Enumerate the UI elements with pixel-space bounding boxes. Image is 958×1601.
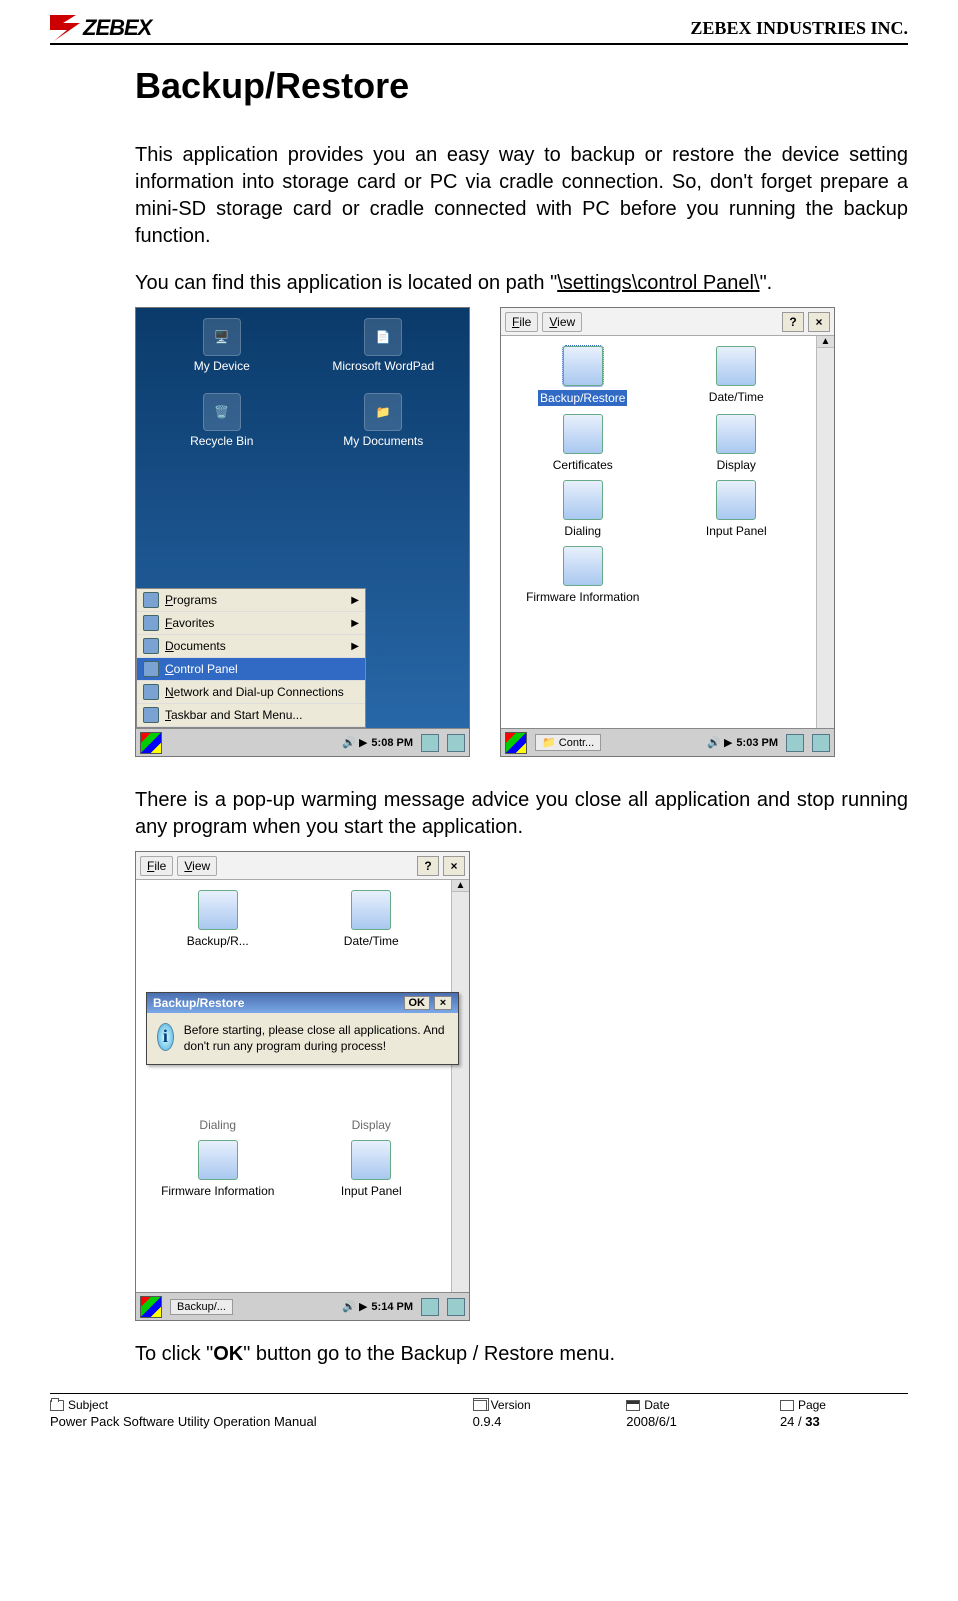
start-item-programs[interactable]: Programs▶: [137, 589, 365, 612]
help-button[interactable]: ?: [417, 856, 439, 876]
stack-icon: [473, 1400, 487, 1411]
desktop-icon[interactable]: 🗑️Recycle Bin: [146, 393, 298, 448]
menu-view[interactable]: View: [177, 856, 217, 876]
scrollbar[interactable]: [816, 336, 834, 756]
footer-version: 0.9.4: [473, 1412, 627, 1429]
info-icon: i: [157, 1023, 174, 1051]
cp-icon-input-panel[interactable]: Input Panel: [665, 480, 809, 538]
logo: ZEBEX: [50, 15, 151, 41]
cp-icon-firmware[interactable]: Firmware Information: [146, 1140, 290, 1198]
warning-dialog: Backup/Restore OK × i Before starting, p…: [146, 992, 459, 1065]
menubar: File View ? ×: [136, 852, 469, 880]
cp-icon-backup-restore[interactable]: Backup/Restore: [511, 346, 655, 406]
intro-paragraph: This application provides you an easy wa…: [135, 142, 908, 250]
taskbar: 📁 Contr... 🔊 ▶5:03 PM: [501, 728, 834, 756]
desktop-icon[interactable]: 📁My Documents: [308, 393, 460, 448]
cp-icon-dialing[interactable]: Dialing: [511, 480, 655, 538]
tray-icon[interactable]: [447, 1298, 465, 1316]
taskbar-task[interactable]: 📁 Contr...: [535, 734, 601, 751]
taskbar-clock: 🔊 ▶5:14 PM: [342, 1298, 469, 1316]
page-header: ZEBEX ZEBEX INDUSTRIES INC.: [50, 15, 908, 45]
close-button[interactable]: ×: [808, 312, 830, 332]
logo-text: ZEBEX: [83, 15, 151, 41]
company-name: ZEBEX INDUSTRIES INC.: [690, 18, 908, 39]
taskbar: 🔊 ▶5:08 PM: [136, 728, 469, 756]
help-button[interactable]: ?: [782, 312, 804, 332]
tray-icon[interactable]: [447, 734, 465, 752]
footer-page: 24 / 33: [780, 1412, 908, 1429]
start-menu: Programs▶ Favorites▶ Documents▶ Control …: [136, 588, 366, 728]
page-footer: Subject Version Date Page Power Pack Sof…: [50, 1393, 908, 1429]
taskbar-clock: 🔊 ▶5:08 PM: [342, 734, 469, 752]
ok-paragraph: To click "OK" button go to the Backup / …: [135, 1341, 908, 1368]
start-item-favorites[interactable]: Favorites▶: [137, 612, 365, 635]
cp-icon-backup[interactable]: Backup/R...: [146, 890, 290, 948]
start-item-documents[interactable]: Documents▶: [137, 635, 365, 658]
warning-paragraph: There is a pop-up warming message advice…: [135, 787, 908, 841]
close-button[interactable]: ×: [443, 856, 465, 876]
screenshot-start-menu: 🖥️My Device 📄Microsoft WordPad 🗑️Recycle…: [135, 307, 470, 757]
scrollbar[interactable]: [451, 880, 469, 1320]
start-item-control-panel[interactable]: Control Panel: [137, 658, 365, 681]
taskbar-clock: 🔊 ▶5:03 PM: [707, 734, 834, 752]
start-item-taskbar[interactable]: Taskbar and Start Menu...: [137, 704, 365, 727]
cp-icon-display[interactable]: Display: [300, 1074, 444, 1132]
book-icon: [780, 1400, 794, 1411]
dialog-close-button[interactable]: ×: [434, 996, 452, 1010]
dialog-titlebar: Backup/Restore OK ×: [147, 993, 458, 1013]
path-paragraph: You can find this application is located…: [135, 270, 908, 297]
tray-icon[interactable]: [421, 734, 439, 752]
menu-file[interactable]: File: [505, 312, 538, 332]
screenshot-control-panel: File View ? × Backup/Restore Date/Time C…: [500, 307, 835, 757]
tray-icon[interactable]: [812, 734, 830, 752]
screenshot-row-1: 🖥️My Device 📄Microsoft WordPad 🗑️Recycle…: [135, 307, 908, 757]
desktop-icon[interactable]: 📄Microsoft WordPad: [308, 318, 460, 373]
cp-icon-display[interactable]: Display: [665, 414, 809, 472]
start-button[interactable]: [140, 1296, 162, 1318]
folder-icon: [50, 1400, 64, 1411]
start-item-network[interactable]: Network and Dial-up Connections: [137, 681, 365, 704]
desktop-icon[interactable]: 🖥️My Device: [146, 318, 298, 373]
menu-file[interactable]: File: [140, 856, 173, 876]
cp-icon-date-time[interactable]: Date/Time: [300, 890, 444, 948]
start-button[interactable]: [140, 732, 162, 754]
dialog-title: Backup/Restore: [153, 996, 244, 1010]
cp-icon-input-panel[interactable]: Input Panel: [300, 1140, 444, 1198]
taskbar-task[interactable]: Backup/...: [170, 1299, 233, 1315]
menu-view[interactable]: View: [542, 312, 582, 332]
screenshot-dialog: File View ? × Backup/R... Date/Time Dial…: [135, 851, 470, 1321]
footer-subject: Power Pack Software Utility Operation Ma…: [50, 1412, 473, 1429]
menubar: File View ? ×: [501, 308, 834, 336]
cp-icon-certificates[interactable]: Certificates: [511, 414, 655, 472]
calendar-icon: [626, 1400, 640, 1411]
taskbar: Backup/... 🔊 ▶5:14 PM: [136, 1292, 469, 1320]
tray-icon[interactable]: [421, 1298, 439, 1316]
cp-icon-firmware[interactable]: Firmware Information: [511, 546, 655, 604]
dialog-message: Before starting, please close all applic…: [184, 1023, 448, 1054]
cp-icon-date-time[interactable]: Date/Time: [665, 346, 809, 406]
footer-date: 2008/6/1: [626, 1412, 780, 1429]
tray-icon[interactable]: [786, 734, 804, 752]
cp-icon-dialing[interactable]: Dialing: [146, 1074, 290, 1132]
page-title: Backup/Restore: [135, 65, 908, 107]
start-button[interactable]: [505, 732, 527, 754]
dialog-ok-button[interactable]: OK: [404, 996, 431, 1010]
